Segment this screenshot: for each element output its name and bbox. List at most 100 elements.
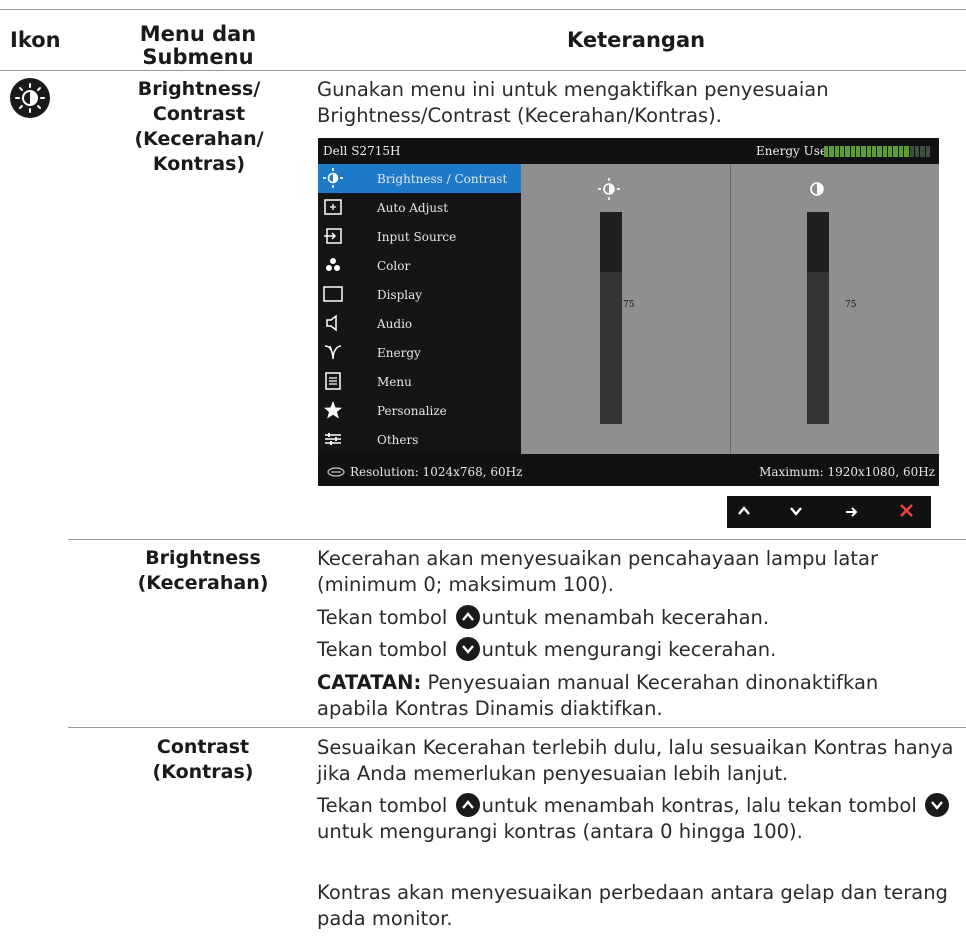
energy-segment xyxy=(909,146,914,157)
brightness-press-text-2: Tekan tombol xyxy=(317,638,448,661)
brightness-slider-unfilled xyxy=(600,212,622,272)
energy-segment xyxy=(882,146,888,157)
energy-segment xyxy=(877,146,882,157)
input-source-icon xyxy=(322,225,344,247)
energy-segment xyxy=(925,146,930,157)
header-bottom-rule xyxy=(0,70,966,71)
osd-nav-buttons xyxy=(727,496,931,528)
energy-segment xyxy=(829,146,834,157)
energy-icon xyxy=(322,341,344,363)
contrast-press-text: Tekan tombol xyxy=(317,794,448,817)
energy-segment xyxy=(856,146,861,157)
energy-use-meter xyxy=(824,146,930,157)
osd-menu-item-auto-adjust[interactable]: Auto Adjust xyxy=(318,193,521,222)
brightness-desc-2: Tekan tombol untuk menambah kecerahan. xyxy=(317,605,955,631)
brightness-slider[interactable] xyxy=(600,212,622,424)
up-button-icon xyxy=(455,793,480,817)
energy-segment xyxy=(888,146,893,157)
brightness-up-text: untuk menambah kecerahan. xyxy=(481,606,770,629)
energy-segment xyxy=(898,146,904,157)
others-icon xyxy=(322,428,344,450)
star-icon xyxy=(322,399,344,421)
brightness-desc-1: Kecerahan akan menyesuaikan pencahayaan … xyxy=(317,547,878,596)
osd-menu-item-input-source[interactable]: Input Source xyxy=(318,222,521,251)
osd-menu-item-label: Color xyxy=(377,259,411,273)
brightness-note: CATATAN: Penyesuaian manual Kecerahan di… xyxy=(317,670,955,722)
header-top-rule xyxy=(0,9,966,10)
down-button-icon xyxy=(455,637,480,661)
column-header-keterangan: Keterangan xyxy=(567,28,706,52)
resolution-icon xyxy=(327,466,345,480)
osd-menu-item-label: Input Source xyxy=(377,230,457,244)
energy-segment xyxy=(861,146,866,157)
up-arrow-icon[interactable] xyxy=(737,503,751,522)
contrast-slider[interactable] xyxy=(807,212,829,424)
energy-segment xyxy=(893,146,898,157)
display-icon xyxy=(322,283,344,305)
column-header-ikon: Ikon xyxy=(10,28,61,52)
osd-menu-item-color[interactable]: Color xyxy=(318,251,521,280)
energy-segment xyxy=(850,146,856,157)
brightness-icon xyxy=(322,167,344,189)
energy-segment xyxy=(914,146,920,157)
menu-icon xyxy=(322,370,344,392)
color-icon xyxy=(322,254,344,276)
note-label: CATATAN: xyxy=(317,671,422,694)
brightness-icon xyxy=(10,78,50,118)
osd-menu-item-energy[interactable]: Energy xyxy=(318,338,521,367)
osd-menu-item-display[interactable]: Display xyxy=(318,280,521,309)
intro-text: Gunakan menu ini untuk mengaktifkan peny… xyxy=(317,78,829,127)
audio-icon xyxy=(322,312,344,334)
contrast-desc-3: Kontras akan menyesuaikan perbedaan anta… xyxy=(317,881,948,930)
contrast-value: 75 xyxy=(845,300,857,310)
contrast-post-text: untuk mengurangi kontras (antara 0 hingg… xyxy=(317,820,803,843)
osd-maximum-resolution: Maximum: 1920x1080, 60Hz xyxy=(759,465,935,479)
osd-menu-item-label: Personalize xyxy=(377,404,447,418)
osd-menu-item-label: Energy xyxy=(377,346,421,360)
column-header-menu: Menu dan Submenu xyxy=(139,22,257,69)
energy-segment xyxy=(834,146,840,157)
brightness-desc-3: Tekan tombol untuk mengurangi kecerahan. xyxy=(317,637,955,663)
osd-menu-item-label: Display xyxy=(377,288,423,302)
brightness-press-text: Tekan tombol xyxy=(317,606,448,629)
osd-menu-item-label: Audio xyxy=(377,317,413,331)
down-button-icon xyxy=(924,793,949,817)
energy-segment xyxy=(872,146,877,157)
osd-resolution: Resolution: 1024x768, 60Hz xyxy=(350,465,523,479)
osd-energy-label: Energy Use xyxy=(756,144,827,158)
right-arrow-icon[interactable] xyxy=(845,504,859,523)
energy-segment xyxy=(845,146,850,157)
contrast-desc-1: Sesuaikan Kecerahan terlebih dulu, lalu … xyxy=(317,736,954,785)
osd-menu-list: Brightness / Contrast Auto Adjust Input So… xyxy=(318,164,521,454)
osd-screenshot: Dell S2715H Energy Use Brightness / Cont… xyxy=(318,138,939,486)
osd-title-bar: Dell S2715H Energy Use xyxy=(318,138,939,164)
osd-menu-item-brightness-contrast[interactable]: Brightness / Contrast xyxy=(318,164,521,193)
brightness-down-text: untuk mengurangi kecerahan. xyxy=(481,638,777,661)
down-arrow-icon[interactable] xyxy=(789,503,803,522)
osd-menu-item-personalize[interactable]: Personalize xyxy=(318,396,521,425)
submenu-contrast-title: Contrast (Kontras) xyxy=(152,736,254,783)
row-rule-contrast xyxy=(68,727,966,728)
contrast-desc-2: Tekan tombol untuk menambah kontras, lal… xyxy=(317,793,955,845)
energy-segment xyxy=(824,146,829,157)
osd-menu-item-label: Auto Adjust xyxy=(377,201,449,215)
close-icon[interactable] xyxy=(899,503,914,522)
osd-menu-item-label: Others xyxy=(377,433,419,447)
osd-menu-item-others[interactable]: Others xyxy=(318,425,521,454)
contrast-mid-text: untuk menambah kontras, lalu tekan tombo… xyxy=(481,794,917,817)
auto-adjust-icon xyxy=(322,196,344,218)
osd-menu-item-label: Brightness / Contrast xyxy=(377,172,508,186)
osd-menu-item-menu[interactable]: Menu xyxy=(318,367,521,396)
energy-segment xyxy=(866,146,872,157)
up-button-icon xyxy=(455,605,480,629)
energy-segment xyxy=(840,146,845,157)
row-rule-brightness xyxy=(68,539,966,540)
osd-menu-item-label: Menu xyxy=(377,375,412,389)
energy-segment xyxy=(920,146,925,157)
osd-status-bar: Resolution: 1024x768, 60Hz Maximum: 1920… xyxy=(318,454,939,486)
osd-menu-item-audio[interactable]: Audio xyxy=(318,309,521,338)
brightness-slider-icon xyxy=(597,177,621,205)
energy-segment xyxy=(904,146,909,157)
osd-model-title: Dell S2715H xyxy=(323,144,401,158)
menu-title-brightness-contrast: Brightness/ Contrast (Kecerahan/ Kontras… xyxy=(134,78,264,175)
